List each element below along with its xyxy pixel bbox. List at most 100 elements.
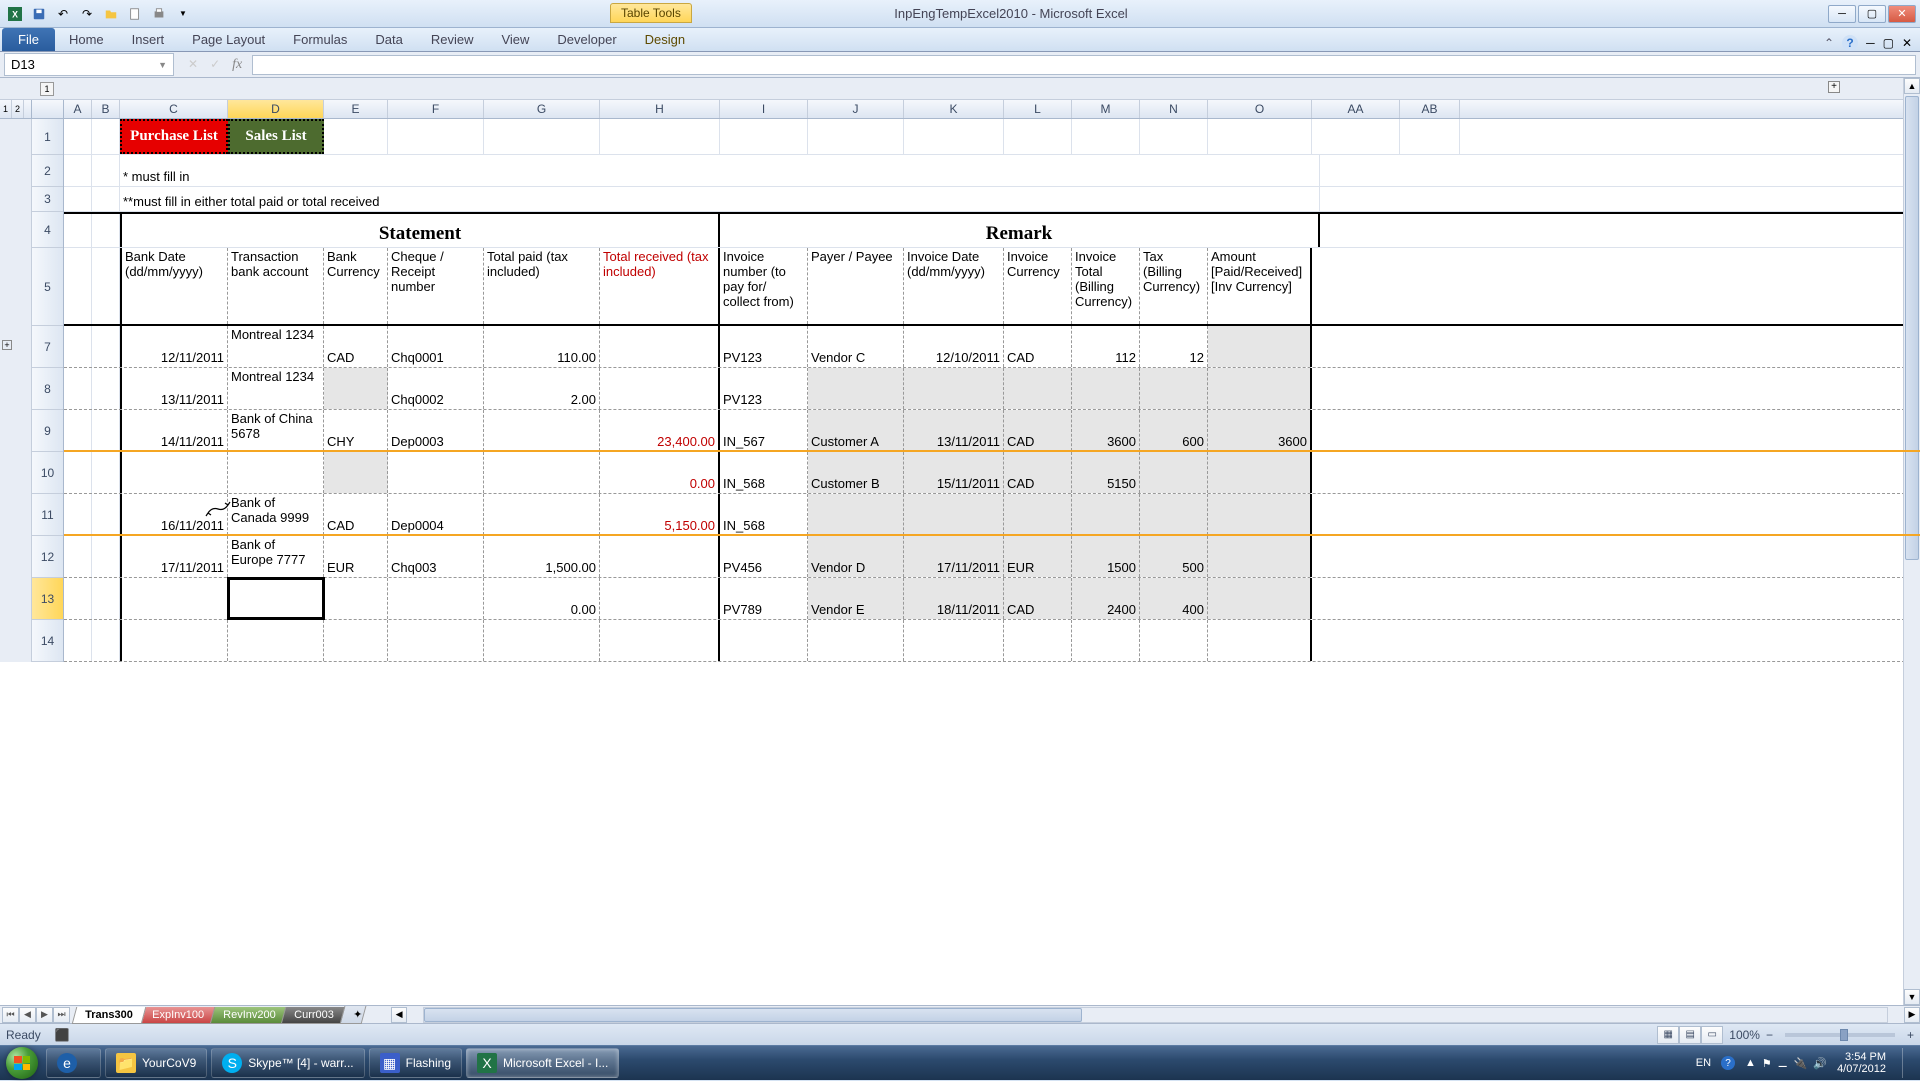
- cell-icurr[interactable]: [1004, 368, 1072, 409]
- tray-power-icon[interactable]: 🔌: [1794, 1057, 1808, 1070]
- cell-idate[interactable]: [904, 368, 1004, 409]
- tab-insert[interactable]: Insert: [118, 28, 179, 51]
- sales-list-button[interactable]: Sales List: [228, 119, 324, 154]
- col-A[interactable]: A: [64, 100, 92, 118]
- fx-icon[interactable]: fx: [232, 57, 242, 73]
- cell-amt[interactable]: [1208, 368, 1312, 409]
- maximize-button[interactable]: ▢: [1858, 5, 1886, 23]
- cell-inv[interactable]: PV123: [720, 368, 808, 409]
- qat-dropdown-icon[interactable]: ▼: [172, 3, 194, 25]
- cell-curr[interactable]: EUR: [324, 536, 388, 577]
- cell-icurr[interactable]: CAD: [1004, 410, 1072, 451]
- cell-cheque[interactable]: Chq0001: [388, 326, 484, 367]
- col-I[interactable]: I: [720, 100, 808, 118]
- zoom-slider[interactable]: [1785, 1033, 1895, 1037]
- col-E[interactable]: E: [324, 100, 388, 118]
- cell-icurr[interactable]: CAD: [1004, 578, 1072, 619]
- col-AA[interactable]: AA: [1312, 100, 1400, 118]
- col-K[interactable]: K: [904, 100, 1004, 118]
- cell-recv[interactable]: 23,400.00: [600, 410, 720, 451]
- cell-curr[interactable]: [324, 452, 388, 493]
- name-box-dropdown-icon[interactable]: ▼: [158, 60, 167, 70]
- cell-amt[interactable]: [1208, 536, 1312, 577]
- cell-itotal[interactable]: [1072, 494, 1140, 535]
- cell-date[interactable]: 14/11/2011: [120, 410, 228, 451]
- tray-action-center-icon[interactable]: ⚑: [1762, 1057, 1772, 1070]
- purchase-list-button[interactable]: Purchase List: [120, 119, 228, 154]
- cell-acct[interactable]: Montreal 1234: [228, 368, 324, 409]
- tray-help-icon[interactable]: ?: [1721, 1056, 1735, 1070]
- tab-data[interactable]: Data: [361, 28, 416, 51]
- row-10[interactable]: 10: [32, 452, 63, 494]
- cell-recv[interactable]: [600, 578, 720, 619]
- new-sheet-button[interactable]: ✦: [340, 1006, 367, 1024]
- row-2[interactable]: 2: [32, 155, 63, 187]
- cell-inv[interactable]: IN_567: [720, 410, 808, 451]
- cell-paid[interactable]: [484, 452, 600, 493]
- cell-icurr[interactable]: CAD: [1004, 326, 1072, 367]
- help-icon[interactable]: ?: [1842, 35, 1858, 51]
- tray-volume-icon[interactable]: 🔊: [1813, 1057, 1827, 1070]
- start-button[interactable]: [0, 1046, 44, 1081]
- sheet-tab-trans300[interactable]: Trans300: [72, 1007, 146, 1024]
- cell-tax[interactable]: [1140, 452, 1208, 493]
- cell-recv[interactable]: [600, 536, 720, 577]
- zoom-in-icon[interactable]: +: [1907, 1028, 1914, 1042]
- cell-paid[interactable]: 110.00: [484, 326, 600, 367]
- cell-cheque[interactable]: Chq003: [388, 536, 484, 577]
- outline-row-2[interactable]: 2: [12, 100, 24, 118]
- cell-itotal[interactable]: 112: [1072, 326, 1140, 367]
- cell-acct[interactable]: [228, 578, 324, 619]
- cell-paid[interactable]: [484, 410, 600, 451]
- outline-expand-icon[interactable]: +: [1828, 81, 1840, 93]
- cell-recv[interactable]: 0.00: [600, 452, 720, 493]
- sheet-tab-revinv200[interactable]: RevInv200: [209, 1007, 288, 1024]
- cell-itotal[interactable]: 2400: [1072, 578, 1140, 619]
- tab-review[interactable]: Review: [417, 28, 488, 51]
- file-tab[interactable]: File: [2, 28, 55, 51]
- cell-acct[interactable]: Bank of Canada 9999: [228, 494, 324, 535]
- cell-paid[interactable]: 0.00: [484, 578, 600, 619]
- excel-icon[interactable]: X: [4, 3, 26, 25]
- cell-cheque[interactable]: Dep0003: [388, 410, 484, 451]
- col-J[interactable]: J: [808, 100, 904, 118]
- cell-payer[interactable]: [808, 494, 904, 535]
- cell-idate[interactable]: 13/11/2011: [904, 410, 1004, 451]
- row-11[interactable]: 11: [32, 494, 63, 536]
- cell-inv[interactable]: PV456: [720, 536, 808, 577]
- outline-expand-row-icon[interactable]: +: [2, 340, 12, 350]
- cell-curr[interactable]: [324, 578, 388, 619]
- tab-page-layout[interactable]: Page Layout: [178, 28, 279, 51]
- sheet-nav-last[interactable]: ⏭: [53, 1007, 70, 1023]
- row-12[interactable]: 12: [32, 536, 63, 578]
- sheet-tab-curr003[interactable]: Curr003: [281, 1007, 347, 1024]
- taskbar-folder[interactable]: 📁YourCoV9: [105, 1048, 207, 1078]
- cell-curr[interactable]: [324, 368, 388, 409]
- cell-date[interactable]: 16/11/2011: [120, 494, 228, 535]
- cell-inv[interactable]: IN_568: [720, 494, 808, 535]
- cell-date[interactable]: 17/11/2011: [120, 536, 228, 577]
- ribbon-minimize-icon[interactable]: ⌃: [1824, 36, 1834, 50]
- cell-cheque[interactable]: Chq0002: [388, 368, 484, 409]
- tray-clock[interactable]: 3:54 PM 4/07/2012: [1837, 1051, 1886, 1075]
- print-preview-icon[interactable]: [148, 3, 170, 25]
- cell-date[interactable]: [120, 452, 228, 493]
- cell-acct[interactable]: Bank of China 5678: [228, 410, 324, 451]
- cell-itotal[interactable]: [1072, 368, 1140, 409]
- cell-acct[interactable]: Montreal 1234: [228, 326, 324, 367]
- row-7[interactable]: 7: [32, 326, 63, 368]
- cell-paid[interactable]: 1,500.00: [484, 536, 600, 577]
- cell-inv[interactable]: PV789: [720, 578, 808, 619]
- cell-tax[interactable]: 500: [1140, 536, 1208, 577]
- cell-cheque[interactable]: [388, 452, 484, 493]
- row-4[interactable]: 4: [32, 212, 63, 248]
- col-N[interactable]: N: [1140, 100, 1208, 118]
- cell-tax[interactable]: 12: [1140, 326, 1208, 367]
- tab-developer[interactable]: Developer: [543, 28, 630, 51]
- show-desktop-button[interactable]: [1902, 1048, 1910, 1078]
- col-H[interactable]: H: [600, 100, 720, 118]
- tab-formulas[interactable]: Formulas: [279, 28, 361, 51]
- cell-tax[interactable]: [1140, 368, 1208, 409]
- col-G[interactable]: G: [484, 100, 600, 118]
- outline-col-1[interactable]: 1: [40, 82, 54, 96]
